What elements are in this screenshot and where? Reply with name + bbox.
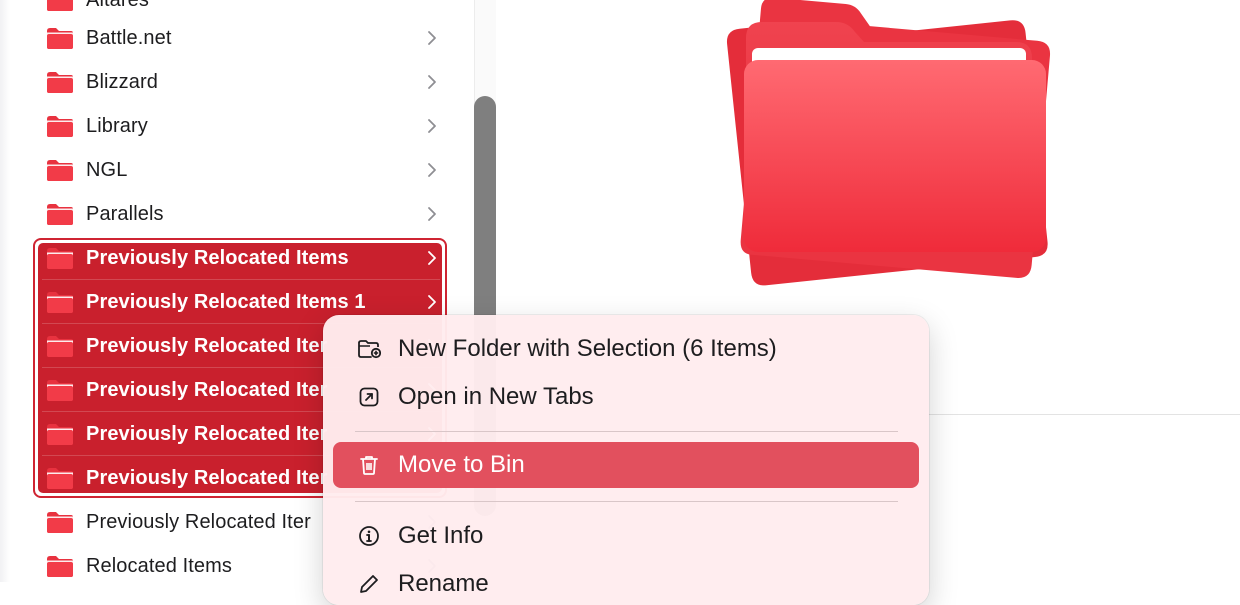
- menu-separator: [355, 501, 898, 502]
- multiple-folders-preview-icon: [726, 0, 1051, 286]
- trash-icon: [360, 456, 378, 475]
- chevron-right-icon: [428, 31, 436, 45]
- pencil-icon: [360, 575, 378, 593]
- folder-icon: [47, 424, 73, 445]
- open-tab-icon: [359, 387, 379, 407]
- menu-item-label: New Folder with Selection (6 Items): [398, 335, 777, 362]
- list-item[interactable]: Blizzard: [36, 60, 446, 104]
- list-item-label: NGL: [86, 159, 128, 181]
- list-item[interactable]: NGL: [36, 148, 446, 192]
- list-item[interactable]: Battle.net: [36, 16, 446, 60]
- list-item-label: Blizzard: [86, 71, 158, 93]
- folder-icon: [47, 204, 73, 225]
- folder-icon: [47, 116, 73, 137]
- chevron-right-icon: [428, 75, 436, 89]
- chevron-right-icon: [428, 251, 436, 265]
- chevron-right-icon: [428, 207, 436, 221]
- context-menu: New Folder with Selection (6 Items) Open…: [323, 315, 929, 605]
- chevron-right-icon: [428, 119, 436, 133]
- list-item-label: Parallels: [86, 203, 164, 225]
- preview-divider: [928, 414, 1240, 415]
- list-item[interactable]: Parallels: [36, 192, 446, 236]
- list-item-label: Previously Relocated Iter: [86, 379, 328, 401]
- menu-item-rename[interactable]: Rename: [333, 561, 919, 605]
- folder-icon: [47, 336, 73, 357]
- folder-icon: [47, 556, 73, 577]
- menu-item-label: Get Info: [398, 522, 484, 549]
- list-item[interactable]: Library: [36, 104, 446, 148]
- list-item-label: Battle.net: [86, 27, 172, 49]
- list-item-label: Relocated Items: [86, 555, 233, 577]
- list-item-label: Previously Relocated Iter: [86, 335, 328, 357]
- folder-icon: [47, 0, 73, 11]
- folder-plus-icon: [358, 340, 381, 359]
- list-item-label: Library: [86, 115, 148, 137]
- folder-icon: [47, 468, 73, 489]
- menu-item-new-folder-with-selection[interactable]: New Folder with Selection (6 Items): [333, 326, 919, 372]
- menu-item-label: Move to Bin: [398, 451, 525, 478]
- column-edge: [0, 0, 10, 582]
- menu-item-move-to-bin[interactable]: Move to Bin: [333, 442, 919, 488]
- chevron-right-icon: [428, 295, 436, 309]
- folder-icon: [47, 512, 73, 533]
- folder-icon: [47, 292, 73, 313]
- folder-icon: [47, 28, 73, 49]
- menu-item-label: Rename: [398, 570, 489, 597]
- info-icon: [359, 526, 379, 546]
- menu-item-open-in-new-tabs[interactable]: Open in New Tabs: [333, 374, 919, 420]
- list-item[interactable]: Previously Relocated Items: [36, 236, 446, 280]
- list-item-label: Previously Relocated Iter: [86, 467, 328, 489]
- menu-item-label: Open in New Tabs: [398, 383, 594, 410]
- folder-icon: [47, 72, 73, 93]
- list-item-label: Previously Relocated Iter: [86, 423, 328, 445]
- folder-icon: [47, 380, 73, 401]
- menu-separator: [355, 431, 898, 432]
- list-item-label: Previously Relocated Items 1: [86, 291, 366, 313]
- list-item-label: Previously Relocated Items: [86, 247, 349, 269]
- chevron-right-icon: [428, 163, 436, 177]
- menu-item-get-info[interactable]: Get Info: [333, 513, 919, 559]
- list-item-label: Previously Relocated Iter: [86, 511, 311, 533]
- folder-icon: [47, 160, 73, 181]
- folder-icon: [47, 248, 73, 269]
